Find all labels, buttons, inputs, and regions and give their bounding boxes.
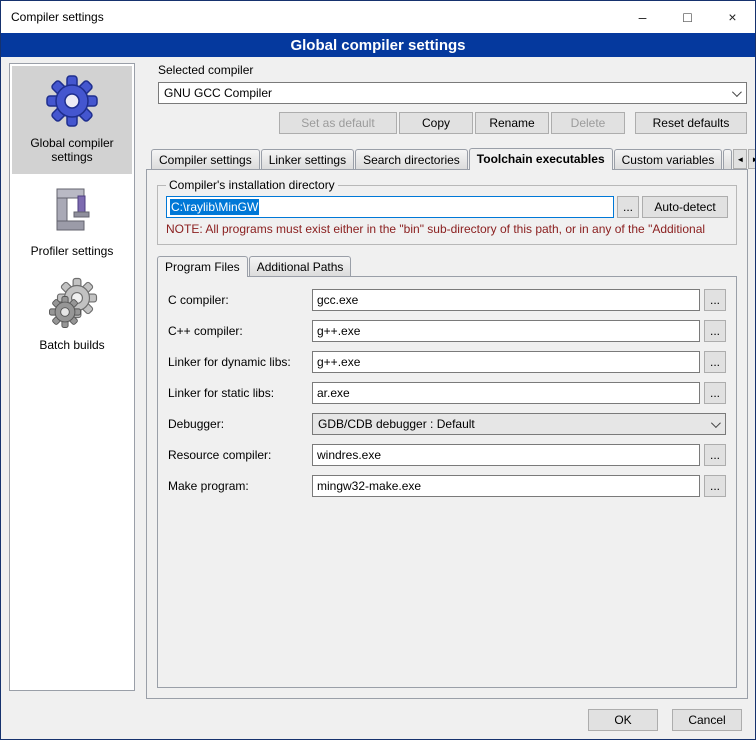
debugger-value: GDB/CDB debugger : Default <box>318 417 475 431</box>
make-program-row: Make program: ... <box>168 475 726 497</box>
spacer <box>158 112 277 134</box>
auto-detect-button[interactable]: Auto-detect <box>642 196 728 218</box>
sidebar-item-label: Batch builds <box>39 338 104 352</box>
selected-compiler-label: Selected compiler <box>158 63 748 77</box>
files-subtabbar: Program Files Additional Paths <box>157 255 739 276</box>
compiler-settings-window: Compiler settings – □ × Global compiler … <box>0 0 756 740</box>
cpp-compiler-input[interactable] <box>312 320 700 342</box>
resource-compiler-input[interactable] <box>312 444 700 466</box>
dialog-footer: OK Cancel <box>588 709 742 731</box>
tab-compiler-settings[interactable]: Compiler settings <box>151 149 260 169</box>
static-linker-row: Linker for static libs: ... <box>168 382 726 404</box>
resource-compiler-label: Resource compiler: <box>168 448 308 462</box>
installation-directory-input[interactable]: C:\raylib\MinGW <box>166 196 614 218</box>
window-title: Compiler settings <box>1 10 104 24</box>
installation-directory-value: C:\raylib\MinGW <box>170 199 259 215</box>
sidebar-item-label: Profiler settings <box>31 244 114 258</box>
cpp-compiler-browse-button[interactable]: ... <box>704 320 726 342</box>
sidebar-item-batch-builds[interactable]: Batch builds <box>12 268 132 362</box>
window-controls: – □ × <box>620 1 755 33</box>
c-compiler-browse-button[interactable]: ... <box>704 289 726 311</box>
tab-custom-variables[interactable]: Custom variables <box>614 149 723 169</box>
sidebar-item-profiler-settings[interactable]: Profiler settings <box>12 174 132 268</box>
sidebar: Global compiler settings Profiler settin… <box>9 63 135 691</box>
tab-toolchain-executables[interactable]: Toolchain executables <box>469 148 613 170</box>
make-program-input[interactable] <box>312 475 700 497</box>
selected-compiler-value: GNU GCC Compiler <box>164 86 272 100</box>
blue-gear-icon <box>44 74 100 130</box>
toolchain-panel: Compiler's installation directory C:\ray… <box>146 169 748 699</box>
titlebar: Compiler settings – □ × <box>1 1 755 33</box>
cpp-compiler-row: C++ compiler: ... <box>168 320 726 342</box>
dynamic-linker-row: Linker for dynamic libs: ... <box>168 351 726 373</box>
ok-button[interactable]: OK <box>588 709 658 731</box>
selected-compiler-select[interactable]: GNU GCC Compiler <box>158 82 747 104</box>
chevron-down-icon <box>711 418 721 428</box>
clamp-icon <box>44 182 100 238</box>
c-compiler-label: C compiler: <box>168 293 308 307</box>
rename-button[interactable]: Rename <box>475 112 549 134</box>
copy-button[interactable]: Copy <box>399 112 473 134</box>
resource-compiler-row: Resource compiler: ... <box>168 444 726 466</box>
maximize-button[interactable]: □ <box>665 1 710 33</box>
browse-directory-button[interactable]: ... <box>617 196 639 218</box>
sidebar-item-global-compiler-settings[interactable]: Global compiler settings <box>12 66 132 174</box>
settings-tabbar: Compiler settings Linker settings Search… <box>151 147 748 169</box>
tab-scroll-left-button[interactable]: ◄ <box>733 149 747 169</box>
minimize-button[interactable]: – <box>620 1 665 33</box>
dialog-body: Global compiler settings Profiler settin… <box>1 57 755 739</box>
dynamic-linker-browse-button[interactable]: ... <box>704 351 726 373</box>
static-linker-browse-button[interactable]: ... <box>704 382 726 404</box>
tab-search-directories[interactable]: Search directories <box>355 149 468 169</box>
dynamic-linker-input[interactable] <box>312 351 700 373</box>
tab-scroll-right-button[interactable]: ► <box>748 149 756 169</box>
tab-linker-settings[interactable]: Linker settings <box>261 149 354 169</box>
installation-directory-row: C:\raylib\MinGW ... Auto-detect <box>166 196 728 218</box>
tab-build-options[interactable]: Buil <box>723 149 732 169</box>
c-compiler-input[interactable] <box>312 289 700 311</box>
c-compiler-row: C compiler: ... <box>168 289 726 311</box>
static-linker-label: Linker for static libs: <box>168 386 308 400</box>
installation-directory-group: Compiler's installation directory C:\ray… <box>157 178 737 245</box>
main-panel: Selected compiler GNU GCC Compiler Set a… <box>146 61 748 739</box>
resource-compiler-browse-button[interactable]: ... <box>704 444 726 466</box>
gray-gears-icon <box>44 276 100 332</box>
sidebar-item-label: Global compiler settings <box>14 136 130 164</box>
subtab-additional-paths[interactable]: Additional Paths <box>249 256 352 276</box>
delete-button[interactable]: Delete <box>551 112 625 134</box>
debugger-select[interactable]: GDB/CDB debugger : Default <box>312 413 726 435</box>
note-text: NOTE: All programs must exist either in … <box>166 222 728 236</box>
close-button[interactable]: × <box>710 1 755 33</box>
set-as-default-button[interactable]: Set as default <box>279 112 397 134</box>
compiler-actions: Set as default Copy Rename Delete Reset … <box>158 112 747 134</box>
make-program-label: Make program: <box>168 479 308 493</box>
subtab-program-files[interactable]: Program Files <box>157 256 248 277</box>
reset-defaults-button[interactable]: Reset defaults <box>635 112 747 134</box>
cancel-button[interactable]: Cancel <box>672 709 742 731</box>
cpp-compiler-label: C++ compiler: <box>168 324 308 338</box>
tab-scroll-arrows: ◄ ► <box>733 149 756 169</box>
chevron-down-icon <box>732 87 742 97</box>
debugger-label: Debugger: <box>168 417 308 431</box>
installation-directory-title: Compiler's installation directory <box>166 178 338 192</box>
make-program-browse-button[interactable]: ... <box>704 475 726 497</box>
debugger-row: Debugger: GDB/CDB debugger : Default <box>168 413 726 435</box>
static-linker-input[interactable] <box>312 382 700 404</box>
program-files-panel: C compiler: ... C++ compiler: ... Linker… <box>157 276 737 688</box>
dynamic-linker-label: Linker for dynamic libs: <box>168 355 308 369</box>
page-title: Global compiler settings <box>1 33 755 57</box>
